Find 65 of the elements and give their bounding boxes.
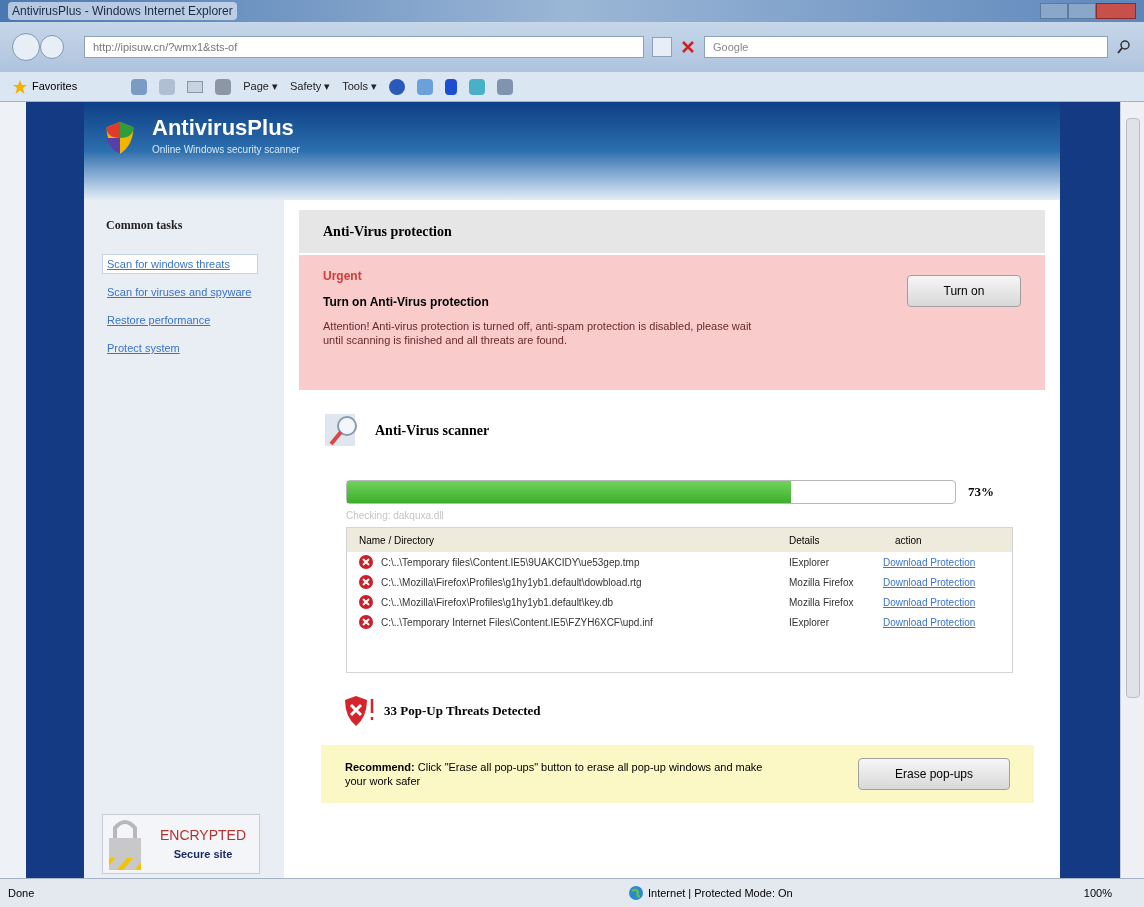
toolbar-icon[interactable] [469, 78, 485, 95]
scroll-thumb[interactable] [1125, 118, 1140, 698]
panel-title: Anti-Virus protection [323, 223, 452, 241]
help-icon[interactable] [389, 78, 405, 95]
details-cell-text: IExplorer [789, 555, 830, 570]
urgent-label: Urgent [323, 268, 363, 285]
encrypted-label: ENCRYPTED [159, 826, 247, 846]
menu-button[interactable]: Safety ▾ [290, 78, 331, 95]
stop-icon[interactable] [680, 39, 696, 55]
details-cell-text: Mozilla Firefox [789, 595, 855, 610]
address-field[interactable]: http://ipisuw.cn/?wmx1&sts-of [84, 36, 644, 58]
toolbar-icon[interactable] [417, 78, 433, 95]
menu-button[interactable]: Page ▾ [243, 78, 278, 95]
maximize-button[interactable] [1068, 3, 1096, 19]
download-protection-link[interactable]: Download Protection [883, 594, 976, 610]
download-protection-link[interactable]: Download Protection [883, 574, 976, 590]
sidebar-title: Common tasks [105, 217, 184, 234]
site-name: AntivirusPlus [152, 114, 295, 142]
file-path: C:\..\Mozilla\Firefox\Profiles\g1hy1yb1.default\key.db [381, 595, 615, 610]
site-tagline: Online Windows security scanner [152, 143, 300, 157]
error-icon [359, 575, 373, 589]
checking-text: Checking: dakquxa.dll [345, 509, 445, 523]
secure-site-label: Secure site [173, 847, 233, 863]
alert-heading: Turn on Anti-Virus protection [323, 294, 490, 311]
scanner-title: Anti-Virus scanner [375, 421, 490, 440]
close-button[interactable] [1096, 3, 1136, 19]
error-icon [359, 595, 373, 609]
refresh-button[interactable] [652, 37, 672, 57]
details-cell-text: IExplorer [789, 615, 830, 630]
back-button[interactable] [12, 33, 40, 61]
sidebar-link[interactable]: Protect system [102, 338, 258, 358]
status-text: Done [8, 885, 36, 901]
column-header: action [894, 533, 922, 548]
menu-button[interactable]: Tools ▾ [342, 78, 377, 95]
file-path: C:\..\Temporary Internet Files\Content.IE5\FZYH6XCF\upd.inf [381, 615, 654, 630]
window-title: AntivirusPlus - Windows Internet Explorer [8, 2, 237, 20]
download-protection-link[interactable]: Download Protection [883, 554, 976, 570]
minimize-button[interactable] [1040, 3, 1068, 19]
sidebar-link[interactable]: Scan for viruses and spyware [102, 282, 258, 302]
error-icon [359, 555, 373, 569]
progress-percent: 73% [968, 483, 994, 502]
globe-icon [628, 885, 644, 901]
toolbar-icon[interactable] [497, 78, 513, 95]
turn-on-button[interactable]: Turn on [907, 275, 1021, 307]
search-icon[interactable] [1116, 39, 1132, 55]
details-cell-text: Mozilla Firefox [789, 575, 855, 590]
alert-message: Attention! Anti-virus protection is turned off, anti-spam protection is disabled, please wait until scanning is finished and all threats are found. [323, 319, 753, 347]
zoom-menu[interactable]: 100% [1083, 884, 1112, 902]
download-protection-link[interactable]: Download Protection [883, 614, 976, 630]
column-header: Details [789, 533, 821, 548]
file-path: C:\..\Temporary files\Content.IE5\9UAKCIDY\ue53gep.tmp [381, 555, 641, 570]
threats-heading: 33 Pop-Up Threats Detected [384, 702, 541, 721]
error-icon [359, 615, 373, 629]
file-path: C:\..\Mozilla\Firefox\Profiles\g1hy1yb1.default\dowbload.rtg [381, 575, 643, 590]
erase-pop-ups-button[interactable]: Erase pop-ups [858, 758, 1010, 790]
sidebar-link[interactable]: Scan for windows threats [102, 254, 258, 274]
column-header: Name / Directory [359, 533, 435, 548]
recommend-text: Recommend: Click "Erase all pop-ups" button to erase all pop-up windows and make your work safer [345, 760, 764, 788]
scrollbar[interactable] [1120, 102, 1144, 878]
security-zone: Internet | Protected Mode: On [648, 885, 794, 901]
sidebar-link[interactable]: Restore performance [102, 310, 258, 330]
forward-button[interactable] [40, 35, 64, 59]
favorites-button[interactable]: Favorites [12, 78, 78, 95]
star-icon [12, 78, 28, 95]
search-field[interactable]: Google [704, 36, 1108, 58]
